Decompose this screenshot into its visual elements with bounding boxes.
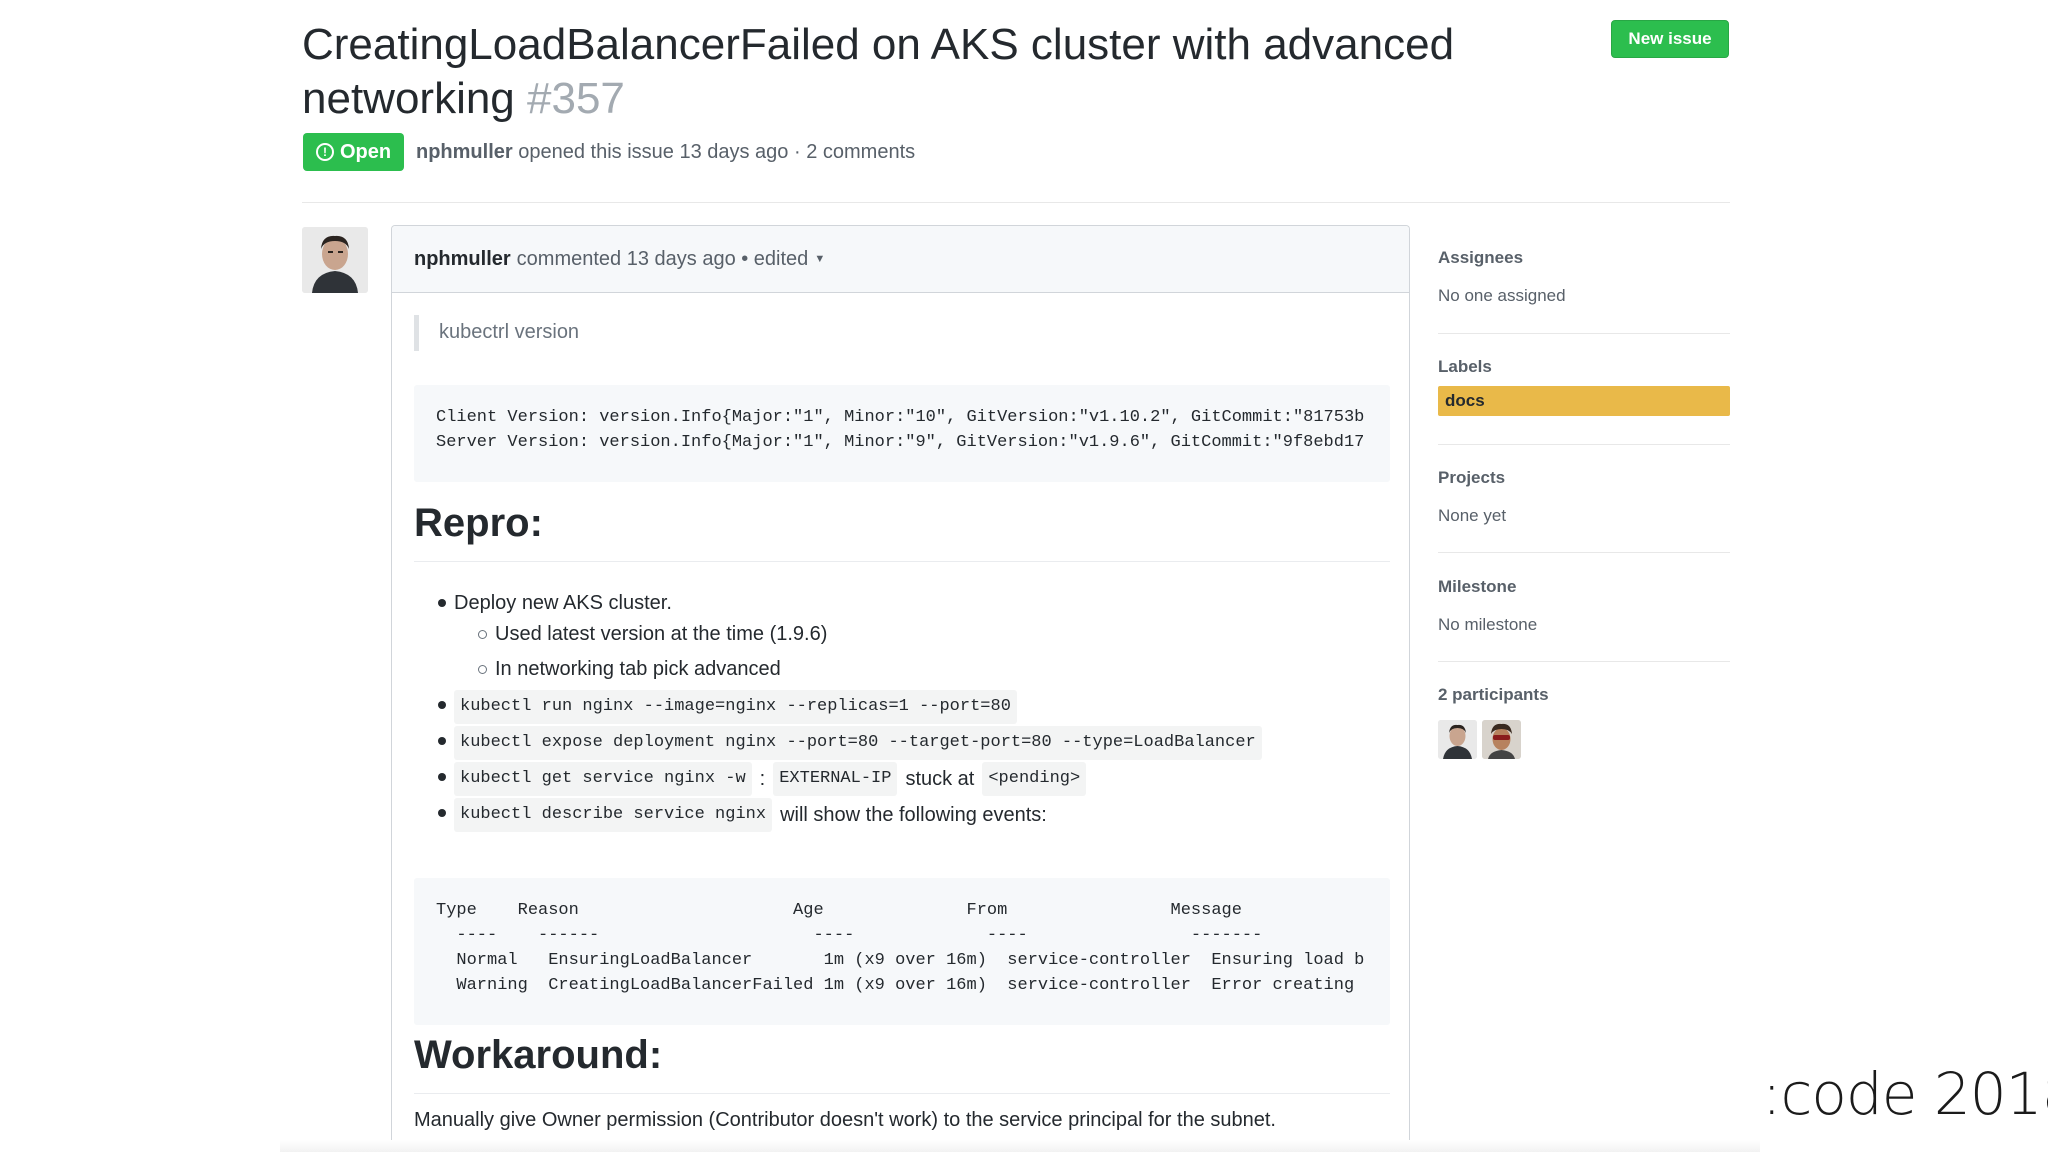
sidebar-divider bbox=[1438, 552, 1730, 553]
circle-bullet-icon bbox=[478, 665, 487, 674]
sidebar-participants: 2 participants bbox=[1438, 680, 1730, 759]
list-item: Deploy new AKS cluster. bbox=[454, 592, 672, 614]
page-footer-shadow bbox=[280, 1140, 1760, 1152]
inline-code: kubectl expose deployment nginx --port=8… bbox=[454, 726, 1262, 760]
issue-opened-icon: ! bbox=[315, 143, 334, 161]
code-line: Client Version: version.Info{Major:"1", … bbox=[436, 408, 1365, 427]
sidebar-divider bbox=[1438, 444, 1730, 445]
inline-code: kubectl get service nginx -w bbox=[454, 762, 752, 796]
bullet-icon bbox=[438, 599, 446, 607]
list-text: : bbox=[759, 768, 766, 790]
sidebar-assignees: Assignees No one assigned bbox=[1438, 243, 1730, 311]
inline-code: <pending> bbox=[982, 762, 1087, 796]
chevron-down-icon[interactable]: ▼ bbox=[814, 253, 825, 265]
list-item: kubectl describe service nginx will show … bbox=[454, 798, 1047, 832]
comment-meta: commented 13 days ago • edited bbox=[516, 247, 809, 270]
avatar[interactable] bbox=[1438, 720, 1477, 759]
status-badge: ! Open bbox=[303, 133, 404, 171]
participant-avatars bbox=[1438, 720, 1730, 759]
code-line: Type Reason Age From Message bbox=[436, 901, 1242, 920]
issue-number: #357 bbox=[527, 74, 625, 123]
blockquote: kubectrl version bbox=[414, 315, 579, 351]
code-line: ---- ------ ---- ---- ------- bbox=[436, 926, 1263, 945]
issue-author-link[interactable]: nphmuller bbox=[416, 141, 513, 163]
sidebar-value: No one assigned bbox=[1438, 286, 1566, 305]
issue-meta: nphmuller opened this issue 13 days ago … bbox=[416, 138, 915, 166]
sidebar-heading[interactable]: Milestone bbox=[1438, 572, 1730, 602]
sidebar-value: No milestone bbox=[1438, 615, 1538, 634]
sidebar-milestone: Milestone No milestone bbox=[1438, 572, 1730, 640]
sidebar-heading[interactable]: Assignees bbox=[1438, 243, 1730, 273]
sidebar-projects: Projects None yet bbox=[1438, 463, 1730, 531]
code-line: Server Version: version.Info{Major:"1", … bbox=[436, 433, 1365, 452]
comment-box: nphmuller commented 13 days ago • edited… bbox=[391, 225, 1410, 1152]
sidebar-divider bbox=[1438, 661, 1730, 662]
issue-meta-text: opened this issue 13 days ago · 2 commen… bbox=[518, 141, 916, 163]
new-issue-button[interactable]: New issue bbox=[1611, 20, 1729, 58]
issue-title: CreatingLoadBalancerFailed on AKS cluste… bbox=[302, 18, 1542, 126]
label-docs[interactable]: docs bbox=[1438, 386, 1730, 416]
bullet-icon bbox=[438, 737, 446, 745]
avatar[interactable] bbox=[302, 227, 368, 293]
version-code-block: Client Version: version.Info{Major:"1", … bbox=[414, 385, 1390, 482]
repro-heading: Repro: bbox=[414, 501, 543, 545]
sidebar-heading[interactable]: Projects bbox=[1438, 463, 1730, 493]
user-avatar-icon bbox=[1482, 720, 1521, 759]
header-divider bbox=[302, 202, 1730, 203]
events-code-block: Type Reason Age From Message ---- ------… bbox=[414, 878, 1390, 1025]
circle-bullet-icon bbox=[478, 630, 487, 639]
list-text: stuck at bbox=[905, 768, 975, 790]
code-line: Warning CreatingLoadBalancerFailed 1m (x… bbox=[436, 976, 1355, 995]
sidebar-value: None yet bbox=[1438, 506, 1507, 525]
avatar[interactable] bbox=[1482, 720, 1521, 759]
list-item: In networking tab pick advanced bbox=[495, 658, 781, 680]
issue-title-text: CreatingLoadBalancerFailed on AKS cluste… bbox=[302, 20, 1455, 123]
sidebar-heading: 2 participants bbox=[1438, 685, 1549, 704]
list-item: Used latest version at the time (1.9.6) bbox=[495, 623, 828, 645]
bullet-icon bbox=[438, 773, 446, 781]
user-avatar-icon bbox=[302, 227, 368, 293]
heading-divider bbox=[414, 561, 1390, 562]
list-item: kubectl run nginx --image=nginx --replic… bbox=[454, 690, 1017, 724]
sidebar-heading[interactable]: Labels bbox=[1438, 352, 1730, 382]
heading-divider bbox=[414, 1093, 1390, 1094]
watermark: :code 2018 bbox=[1762, 1060, 2048, 1128]
sidebar-divider bbox=[1438, 333, 1730, 334]
comment-header: nphmuller commented 13 days ago • edited… bbox=[392, 226, 1409, 293]
comment-author[interactable]: nphmuller bbox=[414, 248, 511, 271]
list-item: kubectl expose deployment nginx --port=8… bbox=[454, 726, 1262, 760]
list-item: kubectl get service nginx -w: EXTERNAL-IP… bbox=[454, 762, 1087, 796]
code-line: Normal EnsuringLoadBalancer 1m (x9 over … bbox=[436, 951, 1365, 970]
inline-code: kubectl run nginx --image=nginx --replic… bbox=[454, 690, 1017, 724]
bullet-icon bbox=[438, 701, 446, 709]
sidebar-labels: Labels docs bbox=[1438, 352, 1730, 416]
inline-code: kubectl describe service nginx bbox=[454, 798, 773, 832]
list-text: will show the following events: bbox=[780, 804, 1047, 826]
workaround-heading: Workaround: bbox=[414, 1033, 663, 1077]
workaround-text: Manually give Owner permission (Contribu… bbox=[414, 1109, 1276, 1131]
user-avatar-icon bbox=[1438, 720, 1477, 759]
inline-code: EXTERNAL-IP bbox=[773, 762, 898, 796]
bullet-icon bbox=[438, 809, 446, 817]
status-label: Open bbox=[339, 140, 392, 163]
